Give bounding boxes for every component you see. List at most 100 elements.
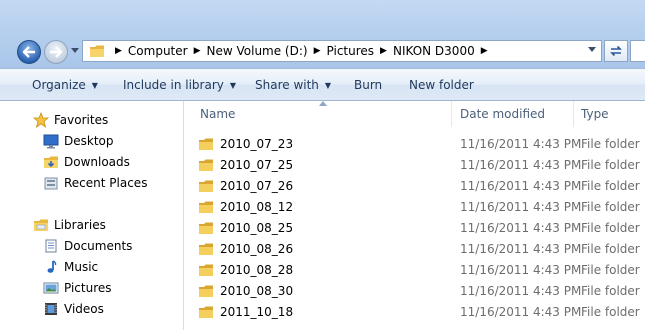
refresh-button[interactable]: [604, 40, 628, 62]
libraries-icon: [33, 217, 49, 233]
breadcrumb-nikon-d3000[interactable]: NIKON D3000: [393, 44, 475, 58]
folder-icon: [199, 306, 213, 318]
folder-icon: [199, 138, 213, 150]
recent-pages-dropdown-icon[interactable]: [71, 48, 79, 53]
pictures-icon: [43, 280, 59, 296]
file-name: 2010_07_26: [220, 178, 294, 193]
forward-button[interactable]: [44, 40, 68, 64]
desktop-icon: [43, 133, 59, 149]
breadcrumb-separator-icon[interactable]: ▶: [380, 46, 387, 56]
back-arrow-icon: [22, 46, 35, 58]
file-row[interactable]: 2011_10_18 11/16/2011 4:43 PM File folde…: [184, 301, 645, 322]
column-divider[interactable]: [451, 101, 452, 127]
chevron-down-icon: ▼: [229, 80, 237, 90]
file-name-cell[interactable]: 2010_07_26: [198, 175, 293, 196]
file-type: File folder: [581, 178, 640, 193]
file-row[interactable]: 2010_08_12 11/16/2011 4:43 PM File folde…: [184, 196, 645, 217]
file-type: File folder: [581, 157, 640, 172]
command-bar: Organize ▼ Include in library ▼ Share wi…: [0, 68, 645, 101]
folder-icon: [199, 201, 213, 213]
file-name-cell[interactable]: 2010_07_23: [198, 133, 293, 154]
file-type: File folder: [581, 136, 640, 151]
videos-icon: [43, 301, 59, 317]
folder-icon: [199, 264, 213, 276]
include-in-library-label: Include in library: [123, 78, 224, 92]
breadcrumb-separator-icon[interactable]: ▶: [115, 46, 122, 56]
folder-icon: [90, 45, 104, 57]
chevron-down-icon: ▼: [91, 80, 98, 90]
new-folder-button[interactable]: New folder: [409, 69, 474, 101]
file-name-cell[interactable]: 2010_08_12: [198, 196, 293, 217]
address-history-dropdown-icon[interactable]: [588, 47, 596, 52]
file-name: 2010_08_28: [220, 262, 294, 277]
documents-icon: [43, 238, 59, 254]
folder-icon: [199, 159, 213, 171]
folder-icon: [199, 243, 213, 255]
chevron-down-icon: ▼: [324, 80, 332, 90]
breadcrumb-separator-icon[interactable]: ▶: [481, 46, 488, 56]
file-name-cell[interactable]: 2010_08_25: [198, 217, 293, 238]
file-row[interactable]: 2010_08_26 11/16/2011 4:43 PM File folde…: [184, 238, 645, 259]
address-input[interactable]: ▶ Computer ▶ New Volume (D:) ▶ Pictures …: [82, 40, 602, 62]
file-date: 11/16/2011 4:43 PM: [460, 199, 582, 214]
include-in-library-button[interactable]: Include in library ▼: [123, 69, 236, 101]
file-type: File folder: [581, 283, 640, 298]
new-folder-label: New folder: [409, 78, 474, 92]
file-name-cell[interactable]: 2010_08_28: [198, 259, 293, 280]
column-divider[interactable]: [573, 101, 574, 127]
breadcrumb-separator-icon[interactable]: ▶: [194, 46, 201, 56]
file-name-cell[interactable]: 2010_07_25: [198, 154, 293, 175]
column-header-type[interactable]: Type: [581, 101, 609, 127]
nav-documents[interactable]: Documents: [43, 238, 132, 254]
nav-desktop-label: Desktop: [64, 134, 114, 148]
file-row[interactable]: 2010_07_23 11/16/2011 4:43 PM File folde…: [184, 133, 645, 154]
refresh-icon: [610, 45, 622, 57]
back-button[interactable]: [17, 40, 41, 64]
share-with-button[interactable]: Share with ▼: [255, 69, 331, 101]
nav-downloads-label: Downloads: [64, 155, 130, 169]
file-name: 2010_08_30: [220, 283, 294, 298]
file-type: File folder: [581, 199, 640, 214]
file-date: 11/16/2011 4:43 PM: [460, 283, 582, 298]
breadcrumb-separator-icon[interactable]: ▶: [314, 46, 321, 56]
nav-downloads[interactable]: Downloads: [43, 154, 130, 170]
nav-favorites-label: Favorites: [54, 113, 109, 127]
nav-music-label: Music: [64, 260, 99, 274]
burn-button[interactable]: Burn: [354, 69, 382, 101]
recent-places-icon: [43, 175, 59, 191]
column-header-row: Name Date modified Type: [184, 101, 645, 127]
breadcrumb-computer[interactable]: Computer: [128, 44, 188, 58]
file-row[interactable]: 2010_08_25 11/16/2011 4:43 PM File folde…: [184, 217, 645, 238]
nav-favorites[interactable]: Favorites: [33, 112, 108, 128]
file-date: 11/16/2011 4:43 PM: [460, 178, 582, 193]
burn-label: Burn: [354, 78, 383, 92]
sort-ascending-icon: [319, 101, 327, 106]
file-row[interactable]: 2010_08_28 11/16/2011 4:43 PM File folde…: [184, 259, 645, 280]
column-header-date-modified[interactable]: Date modified: [460, 101, 545, 127]
organize-button[interactable]: Organize ▼: [32, 69, 98, 101]
file-name-cell[interactable]: 2010_08_26: [198, 238, 293, 259]
file-row[interactable]: 2010_07_25 11/16/2011 4:43 PM File folde…: [184, 154, 645, 175]
nav-pictures[interactable]: Pictures: [43, 280, 112, 296]
file-date: 11/16/2011 4:43 PM: [460, 157, 582, 172]
file-name-cell[interactable]: 2011_10_18: [198, 301, 293, 322]
star-icon: [33, 112, 49, 128]
nav-recent-places[interactable]: Recent Places: [43, 175, 147, 191]
file-date: 11/16/2011 4:43 PM: [460, 136, 582, 151]
file-name: 2010_07_23: [220, 136, 294, 151]
search-input[interactable]: [630, 40, 645, 62]
nav-videos[interactable]: Videos: [43, 301, 104, 317]
folder-icon: [199, 180, 213, 192]
column-header-type-label: Type: [581, 107, 609, 121]
file-row[interactable]: 2010_08_30 11/16/2011 4:43 PM File folde…: [184, 280, 645, 301]
nav-music[interactable]: Music: [43, 259, 98, 275]
breadcrumb-new-volume[interactable]: New Volume (D:): [207, 44, 308, 58]
file-name-cell[interactable]: 2010_08_30: [198, 280, 293, 301]
nav-recent-places-label: Recent Places: [64, 176, 148, 190]
file-row[interactable]: 2010_07_26 11/16/2011 4:43 PM File folde…: [184, 175, 645, 196]
nav-desktop[interactable]: Desktop: [43, 133, 114, 149]
file-date: 11/16/2011 4:43 PM: [460, 220, 582, 235]
breadcrumb-pictures[interactable]: Pictures: [327, 44, 375, 58]
nav-libraries[interactable]: Libraries: [33, 217, 106, 233]
column-header-name[interactable]: Name: [200, 101, 235, 127]
